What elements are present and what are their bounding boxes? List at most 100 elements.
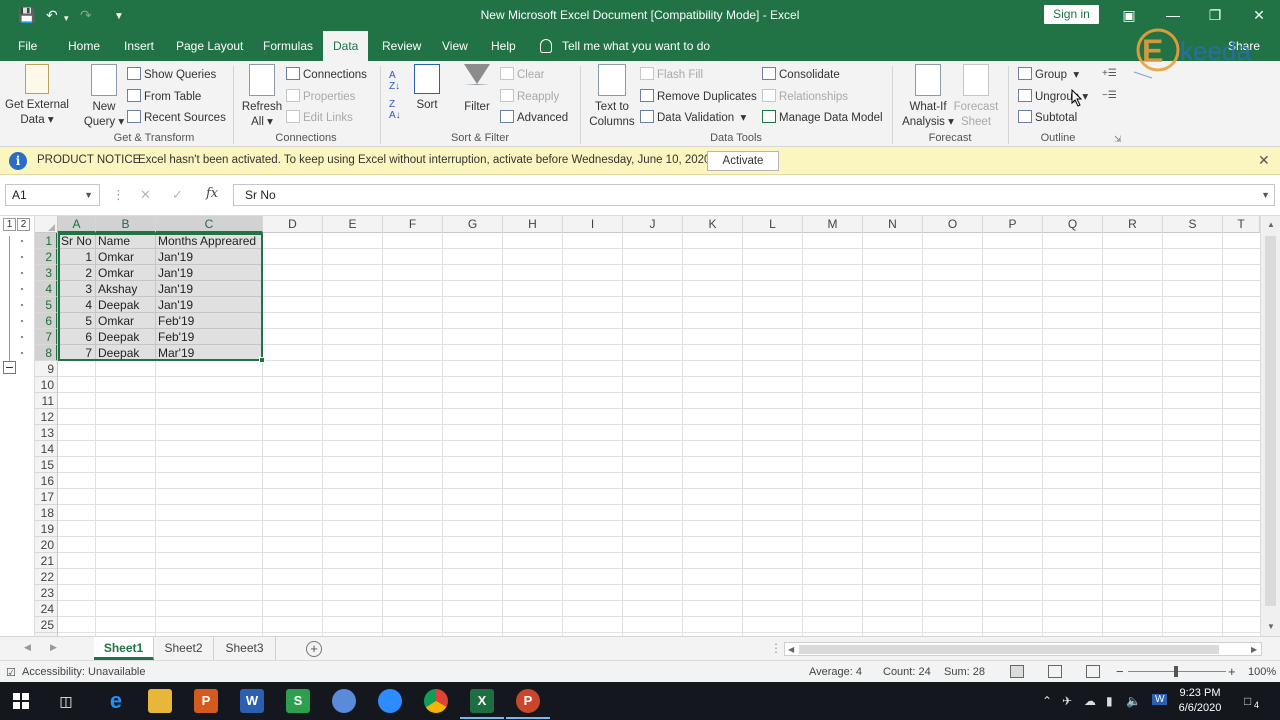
table-cell[interactable]: 3 [58,281,95,297]
word-tray-icon[interactable]: W [1152,694,1168,705]
show-hidden-icons[interactable]: ⌃ [1042,694,1052,708]
worksheet-grid[interactable]: Sr No Name Months Appreared 1 Omkar Jan'… [58,233,1260,636]
row-header[interactable]: 16 [35,473,57,489]
table-cell[interactable]: 2 [58,265,95,281]
table-cell[interactable]: Mar'19 [155,345,262,361]
table-cell[interactable]: 6 [58,329,95,345]
accessibility-status[interactable]: Accessibility: Unavailable [22,666,146,678]
browser-icon[interactable] [332,689,356,713]
column-header-t[interactable]: T [1223,216,1260,233]
get-external-data-button[interactable]: Get External Data ▾ [4,64,70,128]
tab-formulas[interactable]: Formulas [253,31,323,61]
vertical-scrollbar[interactable]: ▲ ▼ [1260,216,1280,636]
sign-in-button[interactable]: Sign in [1044,5,1099,24]
column-header-g[interactable]: G [443,216,503,233]
zoom-out-icon[interactable]: − [1116,664,1124,679]
column-header-i[interactable]: I [563,216,623,233]
sheet-tab-sheet1[interactable]: Sheet1 [94,637,154,660]
show-detail-icon[interactable]: +☰ [1102,67,1117,81]
horizontal-scroll-thumb[interactable] [799,645,1219,654]
scroll-left-icon[interactable]: ◀ [788,645,794,654]
row-header[interactable]: 7 [35,329,57,345]
column-header-p[interactable]: P [983,216,1043,233]
close-icon[interactable]: ✕ [1258,152,1270,169]
subtotal-button[interactable]: Subtotal [1018,110,1077,125]
scroll-up-icon[interactable]: ▲ [1267,220,1275,229]
table-cell[interactable]: Jan'19 [155,265,262,281]
row-header[interactable]: 25 [35,617,57,633]
hide-detail-icon[interactable]: −☰ [1102,89,1117,103]
wps-writer-icon[interactable]: W [240,689,264,713]
zoom-level[interactable]: 100% [1248,666,1276,678]
outline-level-2-button[interactable]: 2 [17,218,30,231]
column-header-n[interactable]: N [863,216,923,233]
sheet-tab-sheet3[interactable]: Sheet3 [214,637,276,660]
scroll-down-icon[interactable]: ▼ [1267,622,1275,631]
sort-a-z-button[interactable]: A Z↓ [389,70,400,92]
sheet-tab-sheet2[interactable]: Sheet2 [154,637,214,660]
table-cell[interactable]: 1 [58,249,95,265]
zoom-slider-knob[interactable] [1174,666,1178,677]
windows-start-icon[interactable] [13,693,29,709]
edit-links-button[interactable]: Edit Links [286,110,353,125]
row-header[interactable]: 10 [35,377,57,393]
show-queries-button[interactable]: Show Queries [127,67,216,82]
column-header-o[interactable]: O [923,216,983,233]
row-header[interactable]: 18 [35,505,57,521]
row-header[interactable]: 13 [35,425,57,441]
collapse-group-button[interactable] [3,361,16,374]
what-if-analysis-button[interactable]: What-If Analysis ▾ [900,64,956,130]
remove-duplicates-button[interactable]: Remove Duplicates [640,89,757,104]
tab-view[interactable]: View [432,31,478,61]
tab-review[interactable]: Review [372,31,431,61]
horizontal-scrollbar[interactable]: ◀ ▶ [784,642,1262,656]
tab-data[interactable]: Data [323,31,369,61]
row-header[interactable]: 21 [35,553,57,569]
column-header-b[interactable]: B [96,216,156,233]
clear-button[interactable]: Clear [500,67,544,82]
add-sheet-button[interactable]: + [306,641,322,657]
tab-insert[interactable]: Insert [114,31,164,61]
previous-sheet-icon[interactable]: ◀ [24,642,31,653]
new-query-button[interactable]: New Query ▾ [82,64,126,130]
row-header[interactable]: 4 [35,281,57,297]
row-header[interactable]: 19 [35,521,57,537]
row-header[interactable]: 12 [35,409,57,425]
notification-center-icon[interactable]: □ [1244,694,1251,708]
table-cell[interactable]: 7 [58,345,95,361]
manage-data-model-button[interactable]: Manage Data Model [762,110,883,125]
table-header-cell[interactable]: Sr No [58,233,95,249]
row-header[interactable]: 9 [35,361,57,377]
column-header-e[interactable]: E [323,216,383,233]
scroll-right-icon[interactable]: ▶ [1251,645,1257,654]
table-cell[interactable]: Feb'19 [155,313,262,329]
column-header-m[interactable]: M [803,216,863,233]
network-adapter-icon[interactable]: ✈ [1062,694,1072,708]
file-explorer-icon[interactable] [148,689,172,713]
row-header[interactable]: 20 [35,537,57,553]
flash-fill-button[interactable]: Flash Fill [640,67,703,82]
table-cell[interactable]: Feb'19 [155,329,262,345]
zoom-app-icon[interactable] [378,689,402,713]
reapply-button[interactable]: Reapply [500,89,559,104]
column-header-r[interactable]: R [1103,216,1163,233]
column-header-c[interactable]: C [156,216,263,233]
normal-view-icon[interactable] [1010,665,1024,678]
column-header-s[interactable]: S [1163,216,1223,233]
task-view-icon[interactable]: ◫ [54,689,78,713]
table-cell[interactable]: Deepak [95,329,155,345]
next-sheet-icon[interactable]: ▶ [50,642,57,653]
name-box[interactable]: A1 ▼ [5,184,100,206]
row-header[interactable]: 5 [35,297,57,313]
chrome-icon[interactable] [424,689,448,713]
row-header[interactable]: 22 [35,569,57,585]
row-header[interactable]: 14 [35,441,57,457]
row-header[interactable]: 11 [35,393,57,409]
outline-level-1-button[interactable]: 1 [3,218,16,231]
row-header[interactable]: 2 [35,249,57,265]
table-cell[interactable]: Akshay [95,281,155,297]
page-layout-view-icon[interactable] [1048,665,1062,678]
column-header-f[interactable]: F [383,216,443,233]
table-header-cell[interactable]: Months Appreared [155,233,262,249]
advanced-filter-button[interactable]: Advanced [500,110,568,125]
